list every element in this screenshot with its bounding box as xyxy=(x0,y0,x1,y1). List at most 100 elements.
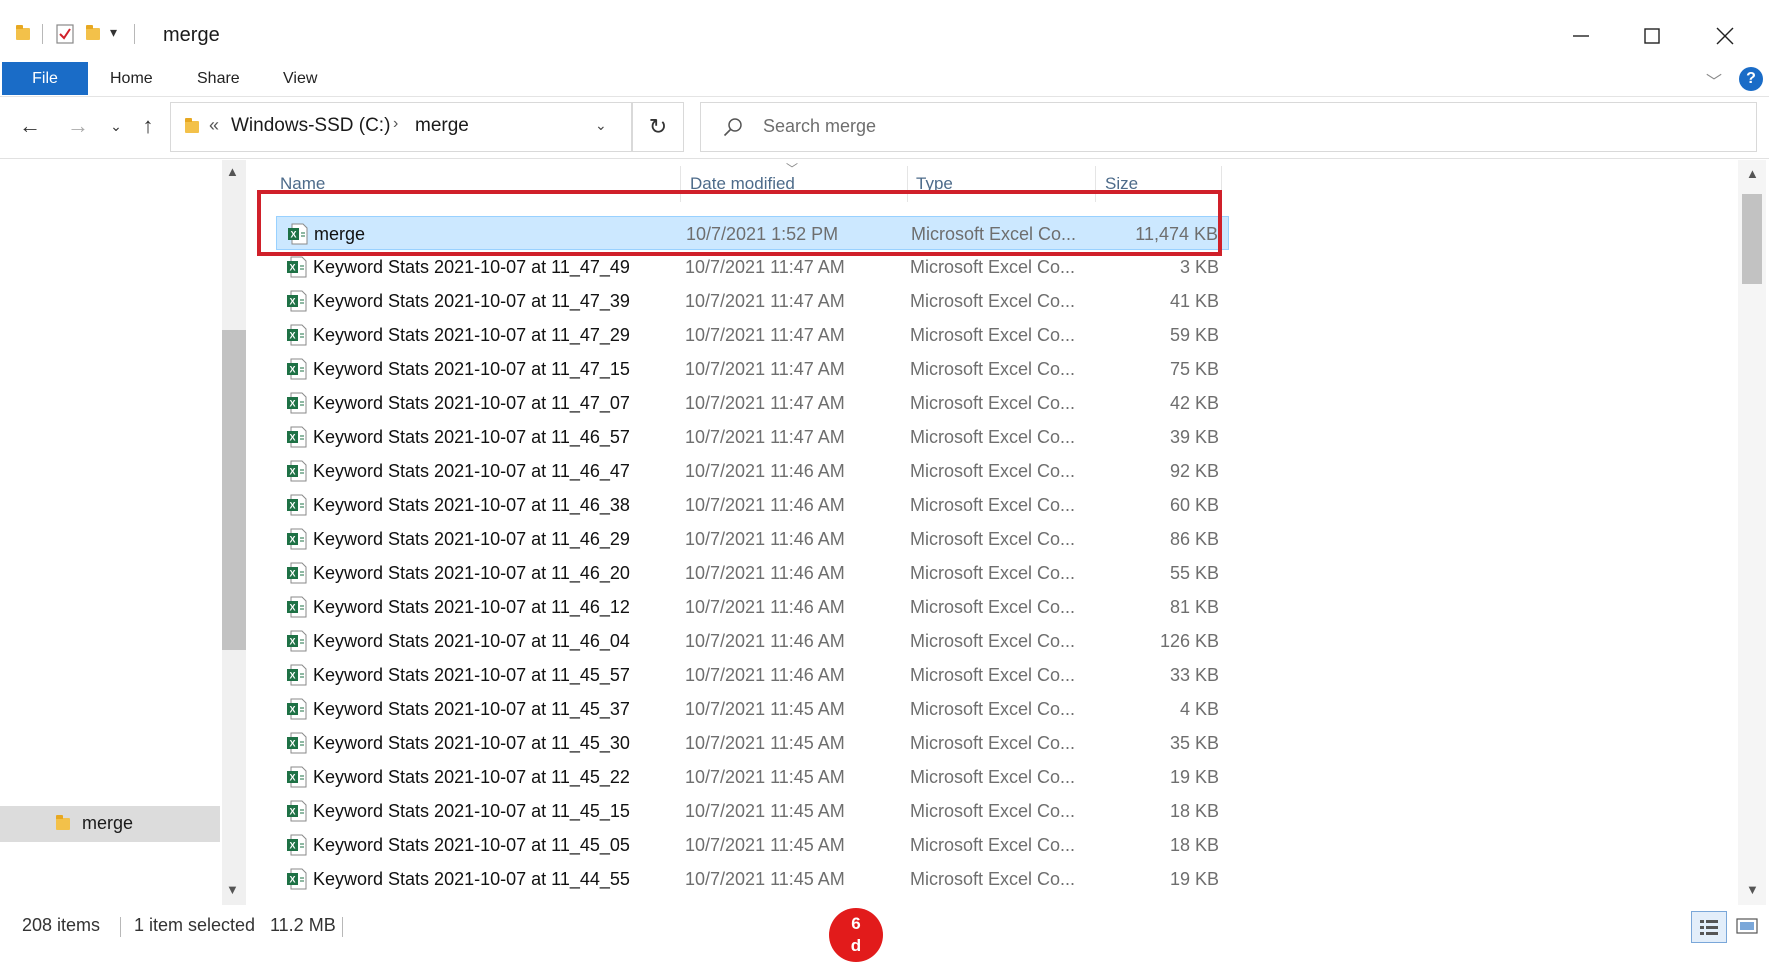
svg-text:X: X xyxy=(289,501,295,511)
file-name: Keyword Stats 2021-10-07 at 11_46_04 xyxy=(313,630,630,651)
file-type: Microsoft Excel Co... xyxy=(910,528,1076,549)
customize-toolbar-icon[interactable]: ▾ xyxy=(110,24,117,41)
file-date: 10/7/2021 11:45 AM xyxy=(685,868,845,889)
up-button[interactable]: ↑ xyxy=(132,110,164,142)
search-input[interactable]: Search merge xyxy=(763,116,876,137)
scroll-down-icon[interactable]: ▼ xyxy=(226,882,239,897)
table-row[interactable]: X Keyword Stats 2021-10-07 at 11_46_57 10/… xyxy=(276,420,1229,454)
navigation-bar: ← → ⌄ ↑ « Windows-SSD (C:) › merge ⌄ ↻ S… xyxy=(0,98,1769,159)
tab-view[interactable]: View xyxy=(283,62,317,95)
file-name: Keyword Stats 2021-10-07 at 11_47_29 xyxy=(313,324,630,345)
table-row[interactable]: X Keyword Stats 2021-10-07 at 11_47_07 10/… xyxy=(276,386,1229,420)
file-type: Microsoft Excel Co... xyxy=(910,562,1076,583)
breadcrumb-folder[interactable]: merge xyxy=(415,115,469,137)
svg-text:X: X xyxy=(289,807,295,817)
ribbon-tabs: File Home Share View ﹀ ? xyxy=(0,62,1769,97)
scroll-up-icon[interactable]: ▲ xyxy=(1746,166,1759,181)
file-type: Microsoft Excel Co... xyxy=(910,324,1076,345)
file-type: Microsoft Excel Co... xyxy=(910,392,1076,413)
recent-locations-button[interactable]: ⌄ xyxy=(100,110,132,142)
excel-file-icon: X xyxy=(287,868,307,890)
svg-text:X: X xyxy=(289,875,295,885)
properties-icon[interactable] xyxy=(56,24,74,44)
table-row[interactable]: X Keyword Stats 2021-10-07 at 11_46_29 10/… xyxy=(276,522,1229,556)
file-date: 10/7/2021 11:46 AM xyxy=(685,494,845,515)
folder-icon xyxy=(16,25,30,40)
file-type: Microsoft Excel Co... xyxy=(910,630,1076,651)
details-view-button[interactable] xyxy=(1691,911,1727,943)
tab-home[interactable]: Home xyxy=(110,62,153,95)
table-row[interactable]: X Keyword Stats 2021-10-07 at 11_47_29 10/… xyxy=(276,318,1229,352)
item-count: 208 items xyxy=(22,915,101,935)
file-date: 10/7/2021 11:45 AM xyxy=(685,698,845,719)
table-row[interactable]: X Keyword Stats 2021-10-07 at 11_46_38 10/… xyxy=(276,488,1229,522)
file-type: Microsoft Excel Co... xyxy=(910,868,1076,889)
excel-file-icon: X xyxy=(287,630,307,652)
table-row[interactable]: X Keyword Stats 2021-10-07 at 11_47_39 10/… xyxy=(276,284,1229,318)
svg-text:X: X xyxy=(289,263,295,273)
scrollbar-thumb[interactable] xyxy=(222,330,246,650)
svg-text:X: X xyxy=(289,705,295,715)
refresh-button[interactable]: ↻ xyxy=(632,102,684,152)
svg-text:X: X xyxy=(289,365,295,375)
breadcrumb-overflow[interactable]: « xyxy=(209,115,219,136)
table-row[interactable]: X Keyword Stats 2021-10-07 at 11_44_55 10/… xyxy=(276,862,1229,896)
address-dropdown-icon[interactable]: ⌄ xyxy=(595,117,607,134)
file-list-scrollbar[interactable]: ▲ ▼ xyxy=(1738,160,1766,905)
scroll-down-icon[interactable]: ▼ xyxy=(1746,882,1759,897)
file-date: 10/7/2021 11:46 AM xyxy=(685,596,845,617)
table-row[interactable]: X Keyword Stats 2021-10-07 at 11_45_30 10/… xyxy=(276,726,1229,760)
excel-file-icon: X xyxy=(287,528,307,550)
table-row[interactable]: X Keyword Stats 2021-10-07 at 11_45_05 10/… xyxy=(276,828,1229,862)
file-date: 10/7/2021 11:47 AM xyxy=(685,392,845,413)
file-date: 10/7/2021 11:45 AM xyxy=(685,766,845,787)
search-box[interactable]: Search merge xyxy=(700,102,1757,152)
breadcrumb-chevron-icon[interactable]: › xyxy=(393,115,398,133)
file-size: 35 KB xyxy=(1169,732,1219,753)
svg-text:X: X xyxy=(289,433,295,443)
sidebar-item-merge[interactable]: merge xyxy=(0,806,220,842)
title-bar: ▾ merge xyxy=(0,0,1769,62)
svg-text:X: X xyxy=(289,739,295,749)
excel-file-icon: X xyxy=(287,460,307,482)
sidebar-item-label: merge xyxy=(82,813,134,833)
table-row[interactable]: X Keyword Stats 2021-10-07 at 11_46_47 10/… xyxy=(276,454,1229,488)
table-row[interactable]: X Keyword Stats 2021-10-07 at 11_45_15 10/… xyxy=(276,794,1229,828)
arrow-left-icon: ← xyxy=(19,113,41,138)
forward-button[interactable]: → xyxy=(62,110,94,142)
file-name: Keyword Stats 2021-10-07 at 11_46_47 xyxy=(313,460,630,481)
divider xyxy=(120,917,121,937)
tab-share[interactable]: Share xyxy=(197,62,240,95)
large-icons-view-button[interactable] xyxy=(1730,911,1764,941)
minimize-button[interactable] xyxy=(1556,16,1606,56)
file-size: 60 KB xyxy=(1169,494,1219,515)
svg-text:X: X xyxy=(289,773,295,783)
expand-ribbon-icon[interactable]: ﹀ xyxy=(1706,68,1722,92)
close-button[interactable] xyxy=(1700,16,1750,56)
table-row[interactable]: X Keyword Stats 2021-10-07 at 11_47_15 10/… xyxy=(276,352,1229,386)
file-size: 81 KB xyxy=(1169,596,1219,617)
excel-file-icon: X xyxy=(287,800,307,822)
file-size: 126 KB xyxy=(1159,630,1219,651)
table-row[interactable]: X Keyword Stats 2021-10-07 at 11_46_12 10/… xyxy=(276,590,1229,624)
scroll-up-icon[interactable]: ▲ xyxy=(226,164,239,179)
svg-text:X: X xyxy=(289,331,295,341)
table-row[interactable]: X Keyword Stats 2021-10-07 at 11_45_37 10/… xyxy=(276,692,1229,726)
excel-file-icon: X xyxy=(287,596,307,618)
table-row[interactable]: X Keyword Stats 2021-10-07 at 11_46_04 10/… xyxy=(276,624,1229,658)
new-folder-icon[interactable] xyxy=(86,25,100,40)
file-date: 10/7/2021 11:45 AM xyxy=(685,834,845,855)
scrollbar-thumb[interactable] xyxy=(1742,194,1762,284)
back-button[interactable]: ← xyxy=(14,110,46,142)
file-size: 41 KB xyxy=(1169,290,1219,311)
table-row[interactable]: X Keyword Stats 2021-10-07 at 11_46_20 10/… xyxy=(276,556,1229,590)
help-button[interactable]: ? xyxy=(1739,67,1763,91)
minimize-icon xyxy=(1573,35,1589,37)
maximize-button[interactable] xyxy=(1627,16,1677,56)
excel-file-icon: X xyxy=(287,562,307,584)
breadcrumb-drive[interactable]: Windows-SSD (C:) xyxy=(231,115,390,137)
table-row[interactable]: X Keyword Stats 2021-10-07 at 11_45_57 10/… xyxy=(276,658,1229,692)
address-bar[interactable]: « Windows-SSD (C:) › merge ⌄ xyxy=(170,102,632,152)
tab-file[interactable]: File xyxy=(2,62,88,95)
table-row[interactable]: X Keyword Stats 2021-10-07 at 11_45_22 10/… xyxy=(276,760,1229,794)
